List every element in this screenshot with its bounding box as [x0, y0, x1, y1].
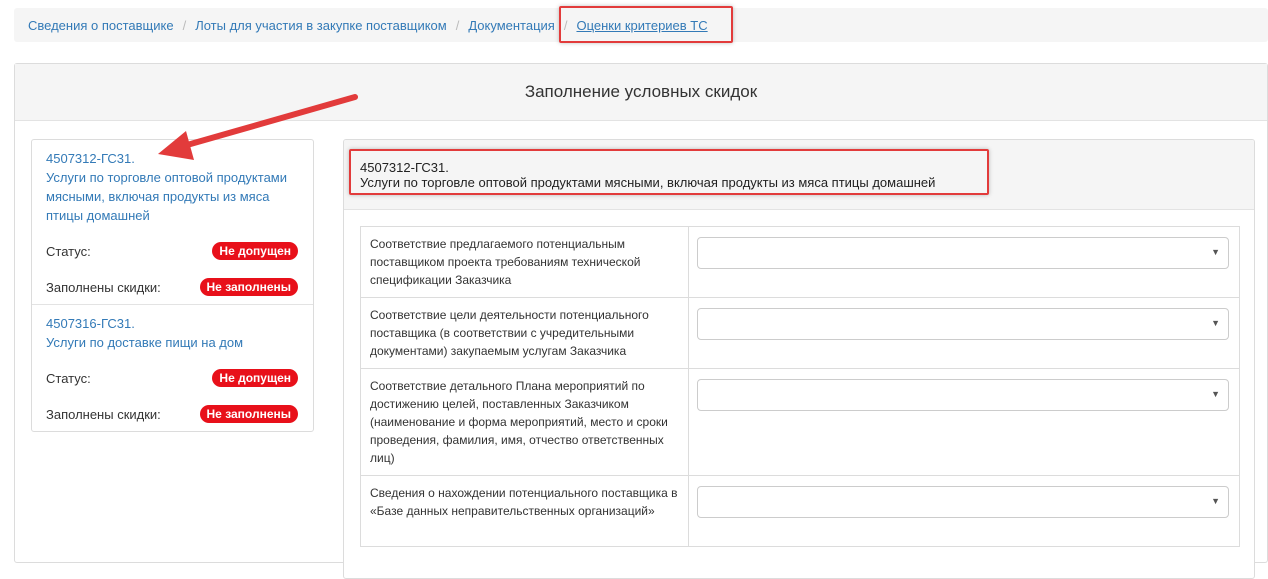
caret-down-icon: ▼: [1211, 389, 1220, 399]
discount-label: Заполнены скидки:: [46, 406, 161, 422]
lot-discount-row: Заполнены скидки: Не заполнены: [46, 278, 298, 296]
criterion-label: Сведения о нахождении потенциального пос…: [360, 475, 689, 547]
breadcrumb-separator: /: [563, 17, 568, 33]
breadcrumb-separator: /: [182, 17, 187, 33]
breadcrumb-documentation[interactable]: Документация: [468, 18, 555, 33]
lot-status-row: Статус: Не допущен: [46, 369, 298, 387]
status-label: Статус:: [46, 370, 91, 386]
breadcrumb-lots[interactable]: Лоты для участия в закупке поставщиком: [195, 18, 447, 33]
list-item: 4507316-ГС31. Услуги по доставке пищи на…: [32, 304, 313, 431]
lot-status-row: Статус: Не допущен: [46, 242, 298, 260]
caret-down-icon: ▼: [1211, 247, 1220, 257]
breadcrumb: Сведения о поставщике / Лоты для участия…: [14, 8, 1268, 42]
criterion-select[interactable]: ▼: [697, 237, 1229, 269]
criterion-label: Соответствие цели деятельности потенциал…: [360, 297, 689, 369]
caret-down-icon: ▼: [1211, 318, 1220, 328]
criterion-select[interactable]: ▼: [697, 379, 1229, 411]
table-row: Соответствие предлагаемого потенциальным…: [360, 226, 1240, 298]
breadcrumb-criteria-evaluation[interactable]: Оценки критериев ТС: [576, 18, 707, 33]
discount-label: Заполнены скидки:: [46, 279, 161, 295]
status-label: Статус:: [46, 243, 91, 259]
caret-down-icon: ▼: [1211, 496, 1220, 506]
criterion-label: Соответствие детального Плана мероприяти…: [360, 368, 689, 476]
criterion-label: Соответствие предлагаемого потенциальным…: [360, 226, 689, 298]
lot-detail-panel: 4507312-ГС31. Услуги по торговле оптовой…: [343, 139, 1255, 579]
discount-badge: Не заполнены: [199, 278, 298, 296]
arrow-icon: [158, 94, 358, 160]
status-badge: Не допущен: [212, 369, 298, 387]
breadcrumb-supplier-info[interactable]: Сведения о поставщике: [28, 18, 174, 33]
discount-badge: Не заполнены: [199, 405, 298, 423]
breadcrumb-separator: /: [455, 17, 460, 33]
criterion-select[interactable]: ▼: [697, 486, 1229, 518]
lot-name: Услуги по торговле оптовой продуктами мя…: [46, 170, 288, 223]
lot-code: 4507316-ГС31.: [46, 316, 135, 331]
lot-detail-name: Услуги по торговле оптовой продуктами мя…: [360, 175, 936, 190]
lot-discount-row: Заполнены скидки: Не заполнены: [46, 405, 298, 423]
lot-name: Услуги по доставке пищи на дом: [46, 335, 244, 350]
table-row: Соответствие детального Плана мероприяти…: [360, 368, 1240, 476]
lot-link[interactable]: 4507316-ГС31. Услуги по доставке пищи на…: [46, 314, 298, 352]
status-badge: Не допущен: [212, 242, 298, 260]
lots-list: 4507312-ГС31. Услуги по торговле оптовой…: [31, 139, 314, 432]
table-row: Сведения о нахождении потенциального пос…: [360, 475, 1240, 547]
lot-detail-code: 4507312-ГС31.: [360, 160, 449, 175]
lot-detail-header: 4507312-ГС31. Услуги по торговле оптовой…: [344, 140, 1254, 210]
table-row: Соответствие цели деятельности потенциал…: [360, 297, 1240, 369]
criteria-table: Соответствие предлагаемого потенциальным…: [360, 226, 1240, 547]
criterion-select[interactable]: ▼: [697, 308, 1229, 340]
